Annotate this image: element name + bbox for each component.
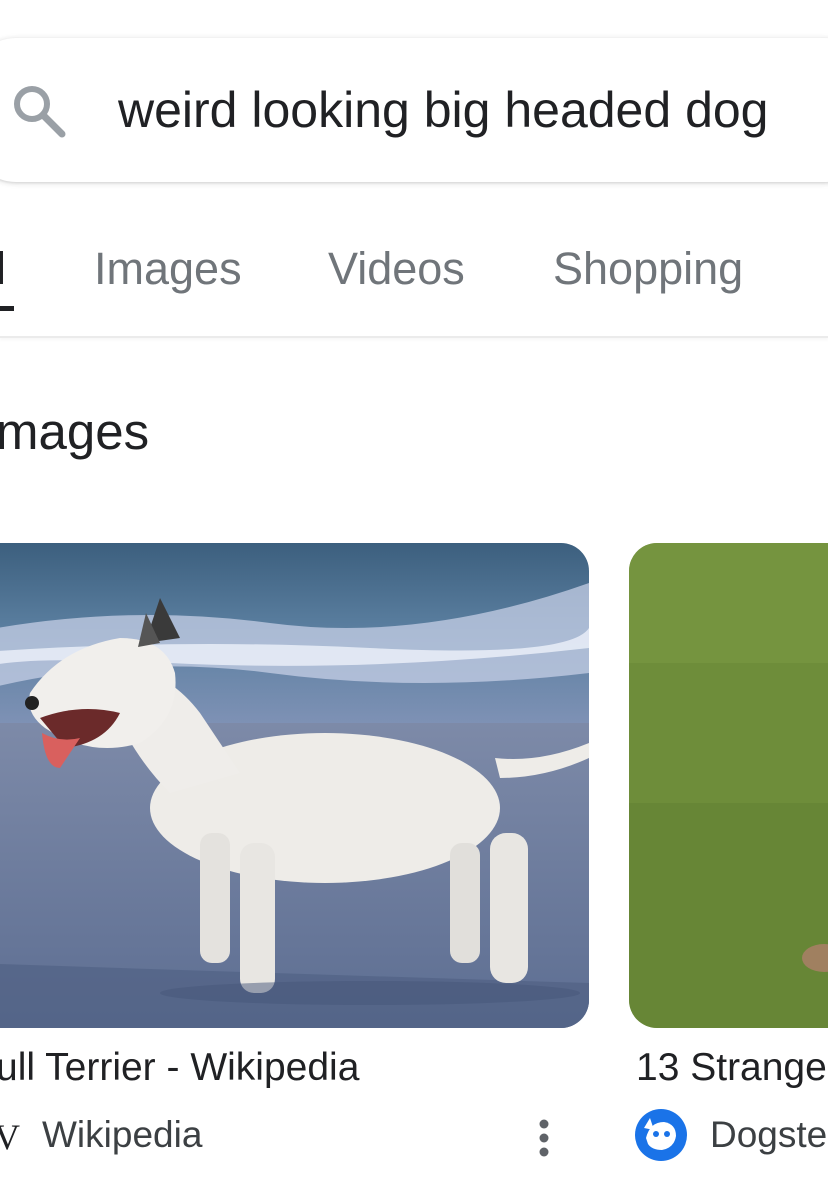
result-source: Dogste (710, 1114, 828, 1155)
search-input[interactable]: weird looking big headed dog (118, 78, 769, 142)
result-title[interactable]: 13 Strange (636, 1044, 827, 1092)
result-source: Wikipedia (42, 1114, 203, 1155)
result-thumbnail[interactable] (629, 543, 828, 1028)
tab-images[interactable]: Images (94, 242, 242, 296)
search-icon[interactable] (8, 80, 68, 140)
image-result-card[interactable] (629, 543, 828, 1028)
tab-shopping[interactable]: Shopping (553, 242, 743, 296)
tab-all[interactable]: l (0, 242, 6, 296)
result-thumbnail[interactable] (0, 543, 589, 1028)
active-tab-indicator (0, 306, 14, 311)
dogster-logo-icon (635, 1109, 687, 1161)
search-tabs: l Images Videos Shopping (0, 200, 828, 338)
more-vert-icon[interactable] (531, 1118, 557, 1158)
section-title: mages (0, 403, 150, 460)
image-result-card[interactable] (0, 543, 589, 1028)
tab-videos[interactable]: Videos (328, 242, 465, 296)
page: weird looking big headed dog l Images Vi… (0, 0, 828, 1200)
result-title[interactable]: ull Terrier - Wikipedia (0, 1044, 359, 1092)
wikipedia-logo-icon: V (0, 1117, 20, 1157)
